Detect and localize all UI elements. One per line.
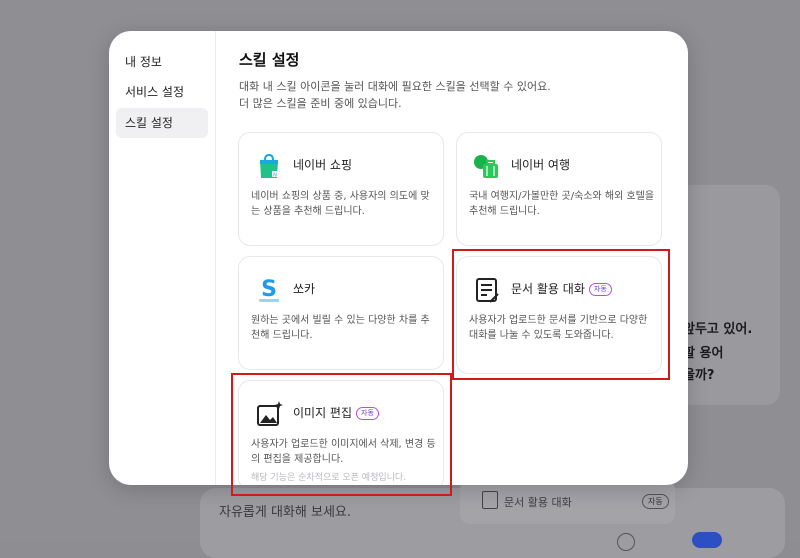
skill-name: 이미지 편집 자동	[293, 404, 379, 421]
skill-name: 쏘카	[293, 282, 316, 296]
travel-suitcase-icon	[474, 155, 498, 178]
description-line-1: 대화 내 스킬 아이콘을 눌러 대화에 필요한 스킬을 선택할 수 있어요.	[239, 80, 551, 93]
background-chip-label: 문서 활용 대화	[504, 496, 572, 509]
background-chip-badge: 자동	[642, 494, 669, 509]
description-line-2: 더 많은 스킬을 준비 중에 있습니다.	[239, 97, 402, 110]
skill-name: 네이버 쇼핑	[293, 158, 353, 172]
skill-card-socar[interactable]: S 쏘카 원하는 곳에서 빌릴 수 있는 다양한 차를 추천해 드립니다.	[238, 256, 444, 370]
socar-logo-icon: S	[259, 277, 279, 302]
shopping-bag-icon: N	[260, 153, 278, 179]
skill-card-naver-shopping[interactable]: N 네이버 쇼핑 네이버 쇼핑의 상품 중, 사용자의 의도에 맞는 상품을 추…	[238, 132, 444, 246]
skill-card-document-chat[interactable]: 문서 활용 대화 자동 사용자가 업로드한 문서를 기반으로 다양한 대화를 나눌…	[456, 256, 662, 374]
skill-name: 문서 활용 대화 자동	[511, 280, 612, 297]
nav-item-skill-settings[interactable]: 스킬 설정	[116, 108, 208, 138]
settings-sidebar: 내 정보 서비스 설정 스킬 설정	[109, 31, 216, 485]
skill-description: 사용자가 업로드한 문서를 기반으로 다양한 대화를 나눌 수 있도록 도와줍니…	[469, 315, 648, 341]
auto-badge: 자동	[588, 283, 612, 296]
skill-description: 네이버 쇼핑의 상품 중, 사용자의 의도에 맞는 상품을 추천해 드립니다.	[251, 191, 430, 217]
document-edit-icon	[476, 278, 499, 303]
skill-description: 사용자가 업로드한 이미지에서 삭제, 변경 등의 편집을 제공합니다.	[251, 439, 436, 465]
skill-card-image-edit[interactable]: 이미지 편집 자동 사용자가 업로드한 이미지에서 삭제, 변경 등의 편집을 제…	[238, 380, 444, 485]
page-title: 스킬 설정	[239, 51, 300, 69]
skill-card-naver-travel[interactable]: 네이버 여행 국내 여행지/가볼만한 곳/숙소와 해외 호텔을 추천해 드립니다…	[456, 132, 662, 246]
skill-settings-modal: 내 정보 서비스 설정 스킬 설정 스킬 설정 대화 내 스킬 아이콘을 눌러 …	[109, 31, 688, 485]
background-text-line-2: 할 용어	[683, 346, 724, 361]
nav-item-service-settings[interactable]: 서비스 설정	[116, 77, 208, 107]
skill-description: 원하는 곳에서 빌릴 수 있는 다양한 차를 추천해 드립니다.	[251, 315, 430, 341]
background-circle-icon	[617, 533, 635, 551]
svg-text:S: S	[261, 277, 277, 302]
background-document-icon	[482, 491, 498, 509]
page-description: 대화 내 스킬 아이콘을 눌러 대화에 필요한 스킬을 선택할 수 있어요. 더…	[239, 78, 551, 112]
image-edit-icon	[257, 401, 283, 426]
svg-text:N: N	[273, 173, 277, 179]
coming-soon-note: 해당 기능은 순차적으로 오픈 예정입니다.	[251, 473, 407, 483]
skill-name-text: 이미지 편집	[293, 406, 353, 420]
auto-badge: 자동	[356, 407, 379, 420]
background-toggle	[692, 532, 722, 548]
background-text-line-1: 앞두고 있어.	[683, 322, 753, 337]
skill-name-text: 문서 활용 대화	[511, 282, 585, 296]
skill-description: 국내 여행지/가볼만한 곳/숙소와 해외 호텔을 추천해 드립니다.	[469, 191, 655, 217]
settings-content: 스킬 설정 대화 내 스킬 아이콘을 눌러 대화에 필요한 스킬을 선택할 수 …	[216, 31, 688, 485]
skill-name: 네이버 여행	[511, 158, 571, 172]
background-input-placeholder: 자유롭게 대화해 보세요.	[219, 505, 351, 520]
nav-item-my-info[interactable]: 내 정보	[116, 47, 208, 77]
